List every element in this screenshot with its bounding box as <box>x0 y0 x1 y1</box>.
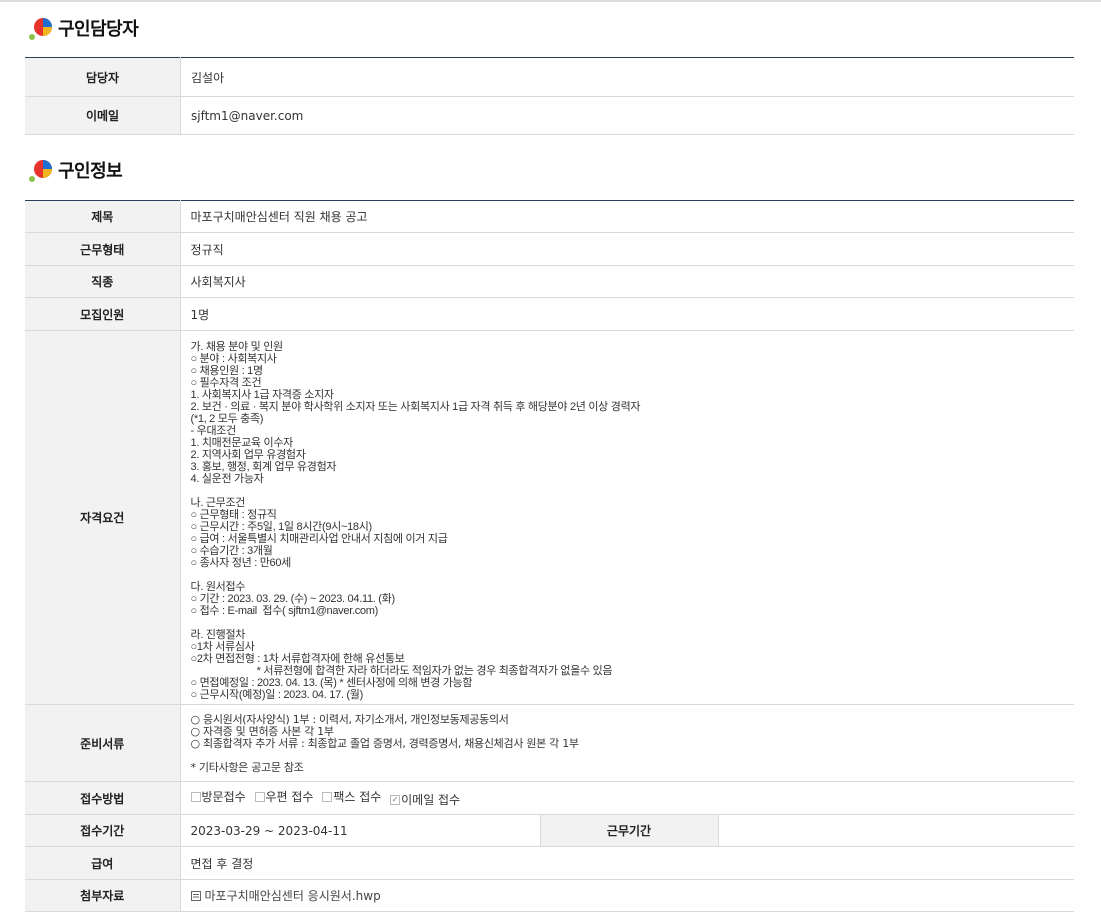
section-title-contact: 구인담당자 <box>28 14 139 42</box>
contact-table: 담당자 김설아 이메일 sjftm1@naver.com <box>25 57 1074 135</box>
occupation-value: 사회복지사 <box>180 265 1074 298</box>
job-info-table: 제목 마포구치매안심센터 직원 채용 공고 근무형태 정규직 직종 사회복지사 … <box>25 200 1074 912</box>
table-row: 직종 사회복지사 <box>25 265 1074 298</box>
table-row: 담당자 김설아 <box>25 57 1074 97</box>
table-row: 첨부자료 마포구치매안심센터 응시원서.hwp <box>25 879 1074 912</box>
method-mail-label: 우편 접수 <box>265 790 314 804</box>
section-title-text: 구인정보 <box>58 161 123 182</box>
table-row: 모집인원 1명 <box>25 297 1074 331</box>
email-label: 이메일 <box>25 96 181 135</box>
checkbox-box <box>322 791 333 802</box>
subject-value: 마포구치매안심센터 직원 채용 공고 <box>180 200 1074 233</box>
contact-person-value: 김설아 <box>180 57 1074 97</box>
documents-label: 준비서류 <box>25 704 181 782</box>
table-row: 접수방법 방문접수 우편 접수 팩스 접수 ✓ 이메일 접수 <box>25 781 1074 815</box>
documents-text: ○ 응시원서(자사양식) 1부 : 이력서, 자기소개서, 개인정보동제공동의서… <box>190 712 580 774</box>
method-email-checkbox[interactable]: ✓ 이메일 접수 <box>390 791 460 808</box>
method-fax-label: 팩스 접수 <box>333 790 382 804</box>
table-row: 이메일 sjftm1@naver.com <box>25 96 1074 135</box>
requirements-label: 자격요건 <box>25 330 181 705</box>
table-row: 근무형태 정규직 <box>25 232 1074 266</box>
salary-label: 급여 <box>25 846 181 880</box>
method-mail-checkbox[interactable]: 우편 접수 <box>254 788 314 805</box>
table-row: 자격요건 가. 채용 분야 및 인원 ○ 분야 : 사회복지사 ○ 채용인원 :… <box>25 330 1074 705</box>
section-logo-icon <box>29 18 52 40</box>
attachment-link[interactable]: 마포구치매안심센터 응시원서.hwp <box>190 887 381 904</box>
email-value: sjftm1@naver.com <box>180 96 1074 135</box>
method-visit-label: 방문접수 <box>201 790 246 804</box>
headcount-label: 모집인원 <box>25 297 181 331</box>
method-fax-checkbox[interactable]: 팩스 접수 <box>322 788 381 805</box>
period-label: 접수기간 <box>25 814 181 847</box>
contact-person-label: 담당자 <box>25 57 181 97</box>
headcount-value: 1명 <box>180 297 1074 331</box>
checkbox-box <box>254 791 265 802</box>
worktype-label: 근무형태 <box>25 232 181 266</box>
documents-cell: ○ 응시원서(자사양식) 1부 : 이력서, 자기소개서, 개인정보동제공동의서… <box>180 704 1074 782</box>
method-options: 방문접수 우편 접수 팩스 접수 ✓ 이메일 접수 <box>180 781 1074 815</box>
method-visit-checkbox[interactable]: 방문접수 <box>190 788 246 805</box>
occupation-label: 직종 <box>25 265 181 298</box>
table-row: 급여 면접 후 결정 <box>25 846 1074 880</box>
top-divider <box>0 0 1101 2</box>
section-logo-icon <box>29 160 52 182</box>
worktype-value: 정규직 <box>180 232 1074 266</box>
requirements-cell: 가. 채용 분야 및 인원 ○ 분야 : 사회복지사 ○ 채용인원 : 1명 ○… <box>180 330 1074 705</box>
table-row: 제목 마포구치매안심센터 직원 채용 공고 <box>25 200 1074 233</box>
period-value: 2023-03-29 ~ 2023-04-11 <box>180 814 540 847</box>
checkbox-checked-box: ✓ <box>390 794 401 805</box>
attachment-filename: 마포구치매안심센터 응시원서.hwp <box>204 889 381 903</box>
table-row: 접수기간 2023-03-29 ~ 2023-04-11 근무기간 <box>25 814 1074 847</box>
method-email-label: 이메일 접수 <box>401 793 461 807</box>
attachment-cell: 마포구치매안심센터 응시원서.hwp <box>180 879 1074 912</box>
method-label: 접수방법 <box>25 781 181 815</box>
checkbox-box <box>190 791 201 802</box>
salary-value: 면접 후 결정 <box>180 846 1074 880</box>
work-period-label: 근무기간 <box>539 814 719 847</box>
section-title-job: 구인정보 <box>28 156 123 184</box>
file-icon <box>190 890 201 901</box>
attachment-label: 첨부자료 <box>25 879 181 912</box>
section-title-text: 구인담당자 <box>58 19 139 40</box>
subject-label: 제목 <box>25 200 181 233</box>
requirements-text: 가. 채용 분야 및 인원 ○ 분야 : 사회복지사 ○ 채용인원 : 1명 ○… <box>190 340 641 701</box>
table-row: 준비서류 ○ 응시원서(자사양식) 1부 : 이력서, 자기소개서, 개인정보동… <box>25 704 1074 782</box>
work-period-value <box>718 814 1074 847</box>
